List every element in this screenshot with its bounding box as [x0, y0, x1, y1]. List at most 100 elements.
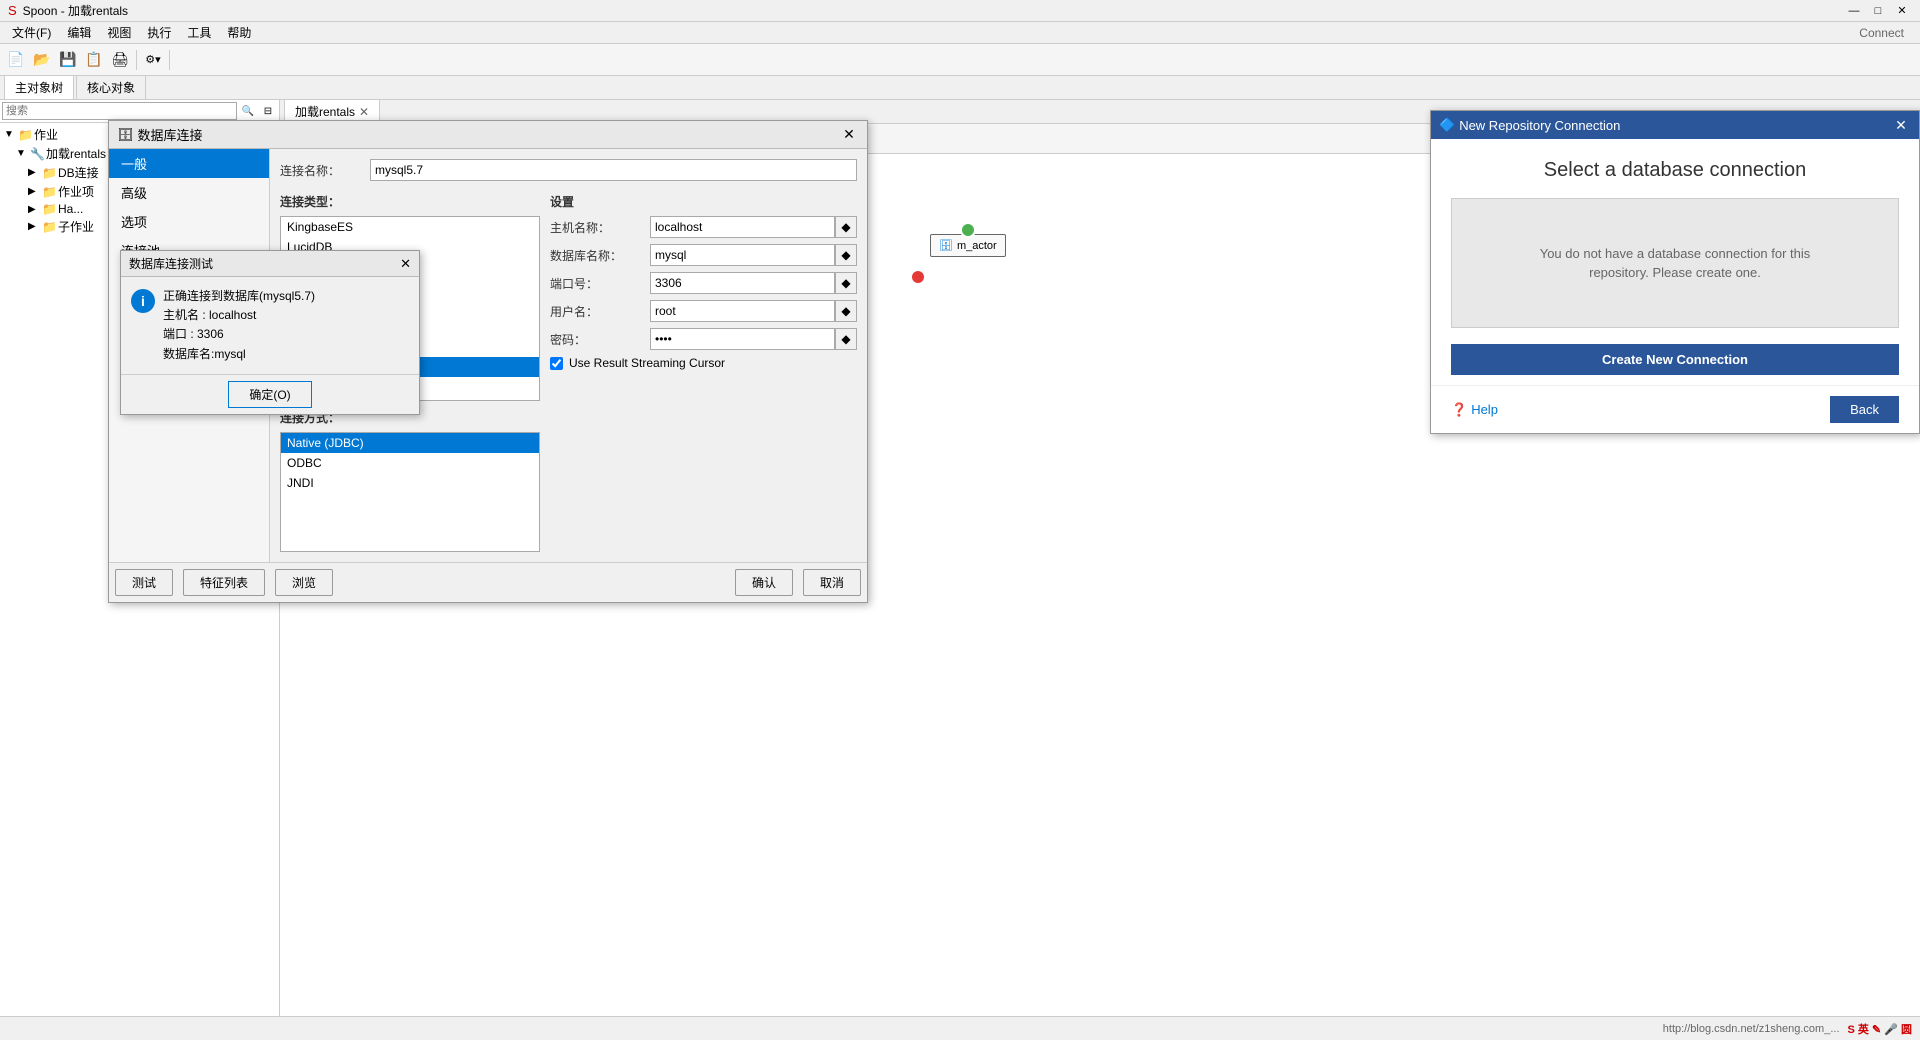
node-icon: 🗄 — [939, 239, 953, 252]
connect-btn[interactable]: Connect — [1847, 26, 1916, 40]
menu-bar: 文件(F) 编辑 视图 执行 工具 帮助 Connect — [0, 22, 1920, 44]
features-btn[interactable]: 特征列表 — [183, 569, 265, 596]
tree-arrow: ▼ — [4, 129, 16, 140]
save-btn[interactable]: 💾 — [56, 48, 80, 72]
conn-name-input[interactable] — [370, 159, 857, 181]
tree-label: 子作业 — [58, 218, 94, 235]
db-left-general[interactable]: 一般 — [109, 149, 269, 178]
collapse-btn[interactable]: ⊟ — [259, 102, 277, 120]
title-bar: S Spoon - 加载rentals — □ ✕ — [0, 0, 1920, 22]
folder-icon: 📁 — [42, 166, 56, 180]
help-link[interactable]: ❓ Help — [1451, 402, 1498, 418]
menu-file[interactable]: 文件(F) — [4, 22, 59, 43]
ok-btn[interactable]: 确认 — [735, 569, 793, 596]
db-name-input[interactable] — [650, 244, 835, 266]
db-left-advanced[interactable]: 高级 — [109, 178, 269, 207]
db-name-end-btn[interactable]: ◆ — [835, 244, 857, 266]
conn-name-label: 连接名称： — [280, 162, 370, 179]
tree-arrow: ▼ — [16, 148, 28, 159]
tree-arrow: ▶ — [28, 167, 40, 178]
status-bar: http://blog.csdn.net/z1sheng.com_... S 英… — [0, 1016, 1920, 1040]
conn-name-row: 连接名称： — [280, 159, 857, 181]
folder-icon: 📁 — [42, 185, 56, 199]
password-input[interactable] — [650, 328, 835, 350]
repo-dialog-titlebar: 🔷 New Repository Connection ✕ — [1431, 111, 1919, 139]
menu-tools[interactable]: 工具 — [179, 22, 219, 43]
repo-dialog-body: Select a database connection You do not … — [1431, 139, 1919, 385]
user-input[interactable] — [650, 300, 835, 322]
cancel-btn[interactable]: 取消 — [803, 569, 861, 596]
tab-core-objects[interactable]: 核心对象 — [76, 75, 146, 99]
close-button[interactable]: ✕ — [1892, 3, 1912, 19]
host-input[interactable] — [650, 216, 835, 238]
list-item-native-jdbc[interactable]: Native (JDBC) — [281, 433, 539, 453]
list-item-jndi[interactable]: JNDI — [281, 473, 539, 493]
db-name-label: 数据库名称： — [550, 247, 650, 264]
search-input[interactable] — [2, 102, 237, 120]
job-icon: 🔧 — [30, 147, 44, 161]
tab-main-objects[interactable]: 主对象树 — [4, 75, 74, 99]
test-ok-btn[interactable]: 确定(O) — [228, 381, 311, 408]
port-input[interactable] — [650, 272, 835, 294]
success-indicator — [960, 222, 976, 238]
canvas-tab-close[interactable]: ✕ — [359, 105, 369, 119]
test-dialog-body: i 正确连接到数据库(mysql5.7) 主机名 : localhost 端口 … — [121, 277, 419, 374]
minimize-button[interactable]: — — [1844, 3, 1864, 19]
port-end-btn[interactable]: ◆ — [835, 272, 857, 294]
app-icon: S — [8, 3, 17, 18]
test-info-text: 正确连接到数据库(mysql5.7) 主机名 : localhost 端口 : … — [163, 287, 315, 364]
password-row: 密码： ◆ — [550, 328, 857, 350]
host-input-group: ◆ — [650, 216, 857, 238]
test-line3: 端口 : 3306 — [163, 325, 315, 344]
print-btn[interactable]: 🖨 — [108, 48, 132, 72]
conn-method-list[interactable]: Native (JDBC) ODBC JNDI — [280, 432, 540, 552]
toolbar-sep1 — [136, 50, 137, 70]
saveas-btn[interactable]: 📋 — [82, 48, 106, 72]
help-label: Help — [1471, 402, 1498, 417]
search-btn[interactable]: 🔍 — [239, 102, 257, 120]
error-indicator — [910, 269, 926, 285]
host-label: 主机名称： — [550, 219, 650, 236]
repo-title-text: 🔷 New Repository Connection — [1439, 117, 1620, 133]
repo-title-label: New Repository Connection — [1459, 118, 1620, 133]
repo-heading: Select a database connection — [1451, 159, 1899, 182]
host-end-btn[interactable]: ◆ — [835, 216, 857, 238]
streaming-cursor-label: Use Result Streaming Cursor — [569, 356, 725, 370]
ime-indicator: S 英 ✎ 🎤 圆 — [1848, 1021, 1912, 1037]
test-dialog-title-text: 数据库连接测试 — [129, 255, 213, 272]
info-icon: i — [131, 289, 155, 313]
db-dialog-icon: 🗄 — [117, 127, 134, 143]
list-item-odbc[interactable]: ODBC — [281, 453, 539, 473]
create-connection-button[interactable]: Create New Connection — [1451, 344, 1899, 375]
test-btn[interactable]: 测试 — [115, 569, 173, 596]
tree-label: DB连接 — [58, 164, 99, 181]
user-row: 用户名： ◆ — [550, 300, 857, 322]
panel-tab-row: 主对象树 核心对象 — [0, 76, 1920, 100]
user-input-group: ◆ — [650, 300, 857, 322]
tree-arrow: ▶ — [28, 204, 40, 215]
status-text: http://blog.csdn.net/z1sheng.com_... — [1663, 1023, 1840, 1035]
node-label: m_actor — [957, 240, 997, 252]
menu-run[interactable]: 执行 — [139, 22, 179, 43]
user-end-btn[interactable]: ◆ — [835, 300, 857, 322]
maximize-button[interactable]: □ — [1868, 3, 1888, 19]
menu-edit[interactable]: 编辑 — [59, 22, 99, 43]
back-button[interactable]: Back — [1830, 396, 1899, 423]
new-btn[interactable]: 📄 — [4, 48, 28, 72]
streaming-cursor-row: Use Result Streaming Cursor — [550, 356, 857, 370]
repo-close-btn[interactable]: ✕ — [1891, 116, 1911, 134]
port-label: 端口号： — [550, 275, 650, 292]
test-dialog-close[interactable]: ✕ — [400, 256, 411, 272]
list-item-kingbase[interactable]: KingbaseES — [281, 217, 539, 237]
port-row: 端口号： ◆ — [550, 272, 857, 294]
db-left-options[interactable]: 选项 — [109, 207, 269, 236]
db-dialog-close[interactable]: ✕ — [839, 126, 859, 144]
settings-btn[interactable]: ⚙▾ — [141, 48, 165, 72]
menu-view[interactable]: 视图 — [99, 22, 139, 43]
test-line2: 主机名 : localhost — [163, 306, 315, 325]
explore-btn[interactable]: 浏览 — [275, 569, 333, 596]
open-btn[interactable]: 📂 — [30, 48, 54, 72]
password-end-btn[interactable]: ◆ — [835, 328, 857, 350]
menu-help[interactable]: 帮助 — [219, 22, 259, 43]
streaming-cursor-checkbox[interactable] — [550, 357, 563, 370]
